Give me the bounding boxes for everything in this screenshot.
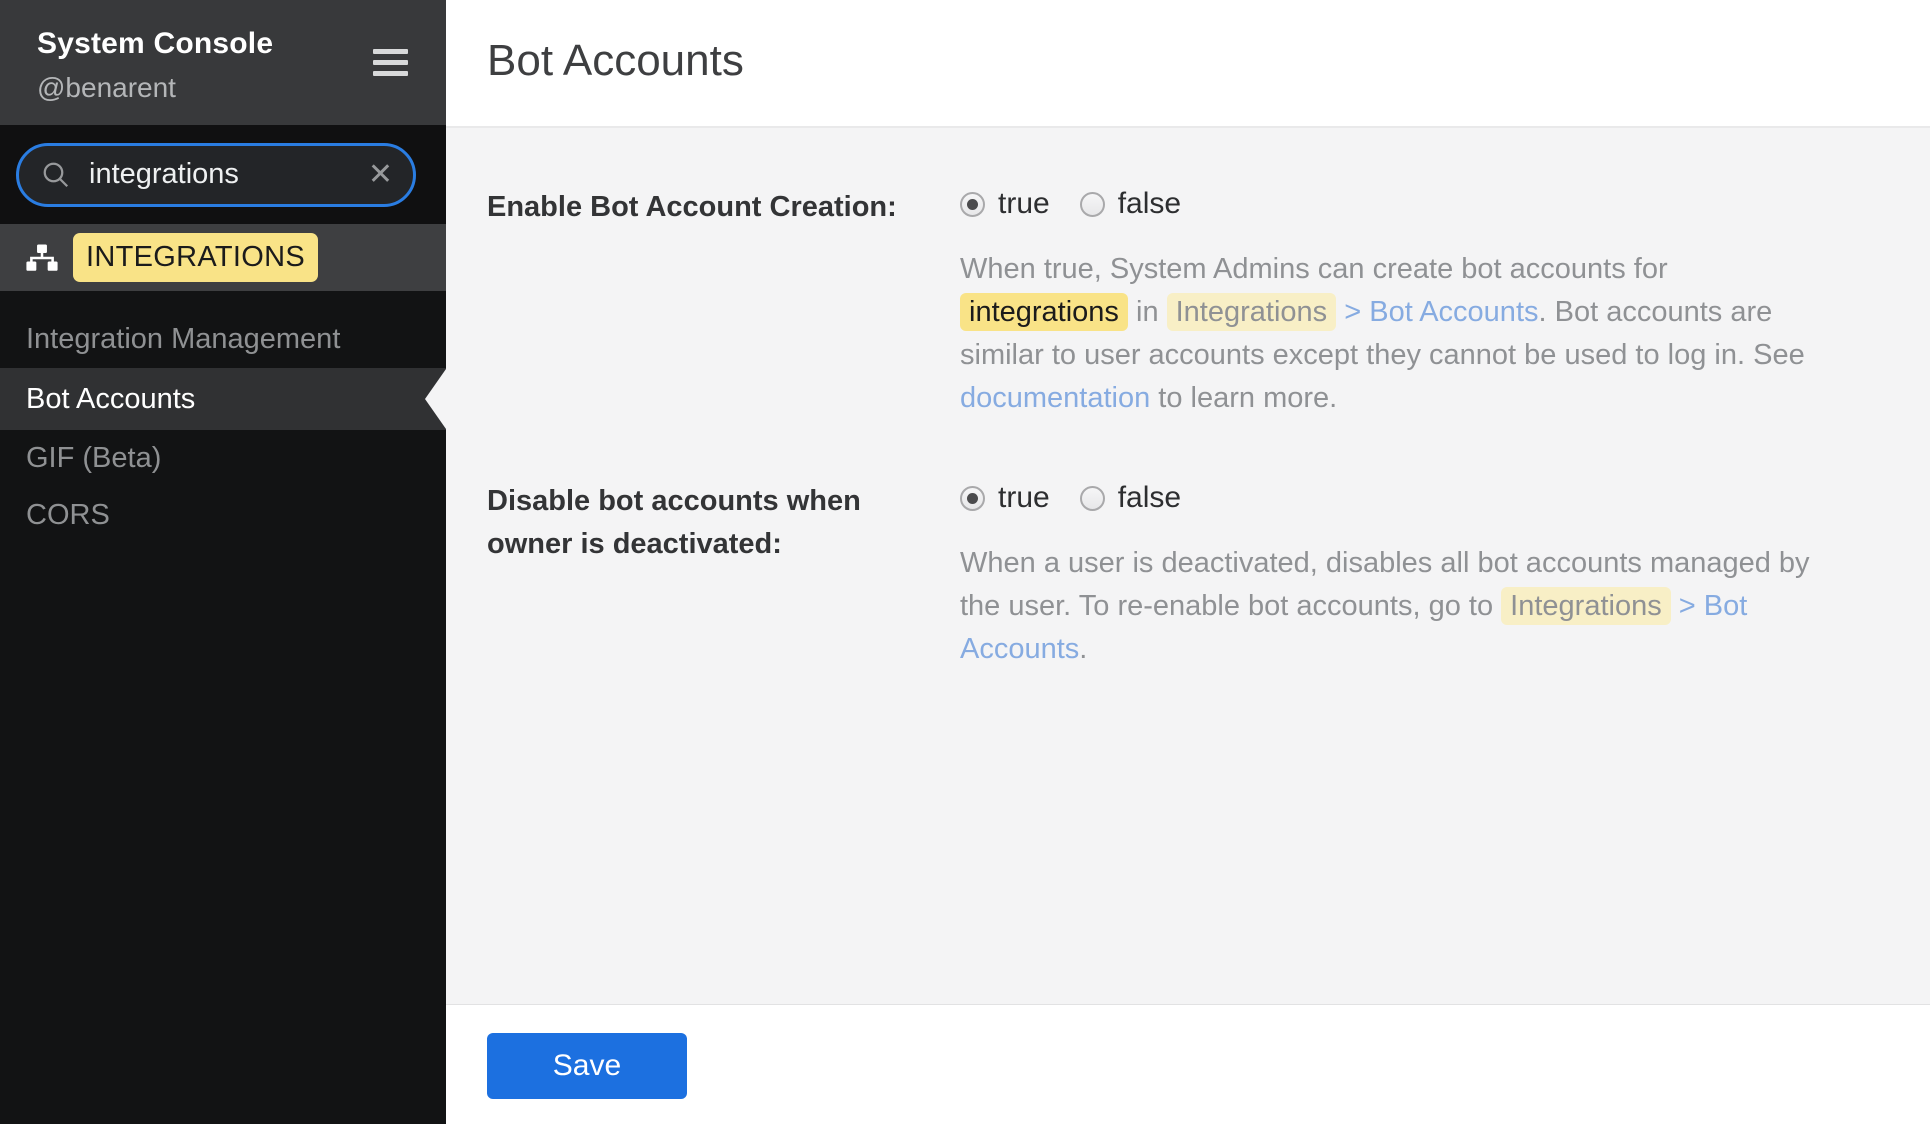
radio-option-false[interactable]: false <box>1080 481 1181 515</box>
setting-help-text: When a user is deactivated, disables all… <box>960 542 1840 671</box>
help-link[interactable]: documentation <box>960 382 1150 414</box>
radio-group-disable-bot-accounts: true false <box>960 480 1840 516</box>
help-text: in <box>1128 296 1167 328</box>
sidebar-item-cors[interactable]: CORS <box>0 487 446 544</box>
radio-button-false[interactable] <box>1080 192 1105 217</box>
save-button[interactable]: Save <box>487 1033 687 1099</box>
hamburger-menu-icon[interactable] <box>373 49 408 76</box>
radio-button-true[interactable] <box>960 192 985 217</box>
sidebar-section-integrations: INTEGRATIONS <box>0 224 446 291</box>
sidebar-search-section: ✕ <box>0 125 446 224</box>
setting-disable-bot-accounts-on-owner-deactivation: Disable bot accounts when owner is deact… <box>487 480 1930 671</box>
highlighted-term: integrations <box>960 293 1128 331</box>
help-text: . <box>1079 633 1087 665</box>
search-icon <box>41 160 71 190</box>
clear-search-icon[interactable]: ✕ <box>358 160 393 190</box>
radio-option-true[interactable]: true <box>960 481 1050 515</box>
help-text: When true, System Admins can create bot … <box>960 253 1668 285</box>
sidebar-header: System Console @benarent <box>0 0 446 125</box>
highlighted-term: Integrations <box>1501 587 1671 625</box>
panel-footer: Save <box>446 1005 1930 1124</box>
settings-panel: Enable Bot Account Creation: true false … <box>446 126 1930 1005</box>
highlighted-term: Integrations <box>1167 293 1337 331</box>
sidebar-item-bot-accounts[interactable]: Bot Accounts <box>0 368 446 430</box>
radio-button-false[interactable] <box>1080 486 1105 511</box>
system-console-sidebar: System Console @benarent ✕ INTEGRATIONS … <box>0 0 446 1124</box>
help-link[interactable]: > Bot Accounts <box>1344 296 1538 328</box>
sidebar-item-integration-management[interactable]: Integration Management <box>0 311 446 368</box>
radio-group-enable-bot-accounts: true false <box>960 186 1840 222</box>
active-item-caret <box>425 369 446 429</box>
radio-button-true[interactable] <box>960 486 985 511</box>
radio-label: false <box>1118 187 1181 221</box>
radio-label: true <box>998 187 1050 221</box>
radio-option-false[interactable]: false <box>1080 187 1181 221</box>
setting-label: Disable bot accounts when owner is deact… <box>487 480 960 566</box>
sidebar-menu: Integration Management Bot Accounts GIF … <box>0 291 446 544</box>
sidebar-item-gif-beta[interactable]: GIF (Beta) <box>0 430 446 487</box>
search-box[interactable]: ✕ <box>16 143 416 207</box>
setting-help-text: When true, System Admins can create bot … <box>960 248 1840 420</box>
sitemap-icon <box>25 243 59 273</box>
search-input[interactable] <box>87 157 358 192</box>
main-content: Bot Accounts Enable Bot Account Creation… <box>446 0 1930 1124</box>
radio-option-true[interactable]: true <box>960 187 1050 221</box>
page-title: Bot Accounts <box>487 36 744 86</box>
sidebar-username: @benarent <box>37 72 446 104</box>
help-text <box>1671 590 1679 622</box>
section-label-highlighted: INTEGRATIONS <box>73 233 318 282</box>
radio-label: true <box>998 481 1050 515</box>
help-text: to learn more. <box>1150 382 1337 414</box>
radio-label: false <box>1118 481 1181 515</box>
setting-enable-bot-account-creation: Enable Bot Account Creation: true false … <box>487 186 1930 420</box>
setting-label: Enable Bot Account Creation: <box>487 186 960 229</box>
